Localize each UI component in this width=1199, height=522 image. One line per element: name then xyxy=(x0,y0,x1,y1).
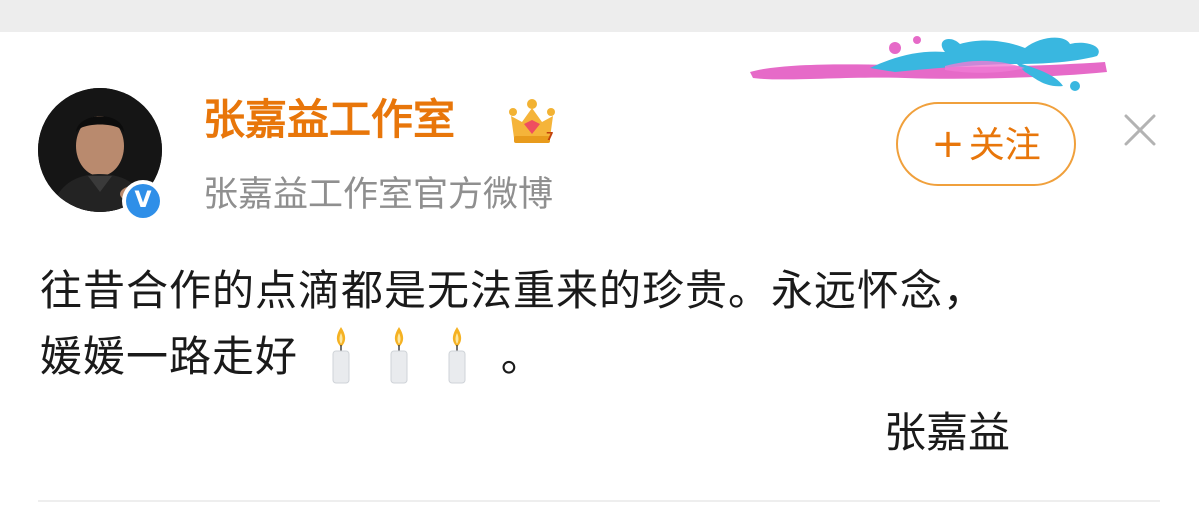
account-name[interactable]: 张嘉益工作室 xyxy=(203,92,455,148)
svg-text:7: 7 xyxy=(546,130,554,143)
candle-icon xyxy=(448,327,466,384)
verified-badge-icon: V xyxy=(122,180,164,222)
account-description: 张嘉益工作室官方微博 xyxy=(203,175,554,215)
post-signature: 张嘉益 xyxy=(884,408,1011,457)
post-text: 往昔合作的点滴都是无法重来的珍贵。永远怀念， 媛媛一路走好 。 xyxy=(40,258,1180,390)
verified-mark: V xyxy=(126,184,160,218)
crown-icon: 7 xyxy=(509,99,555,143)
candle-icon xyxy=(332,327,350,384)
post-line-1: 往昔合作的点滴都是无法重来的珍贵。永远怀念， xyxy=(40,266,987,315)
post-line-2-end: 。 xyxy=(500,332,544,381)
post-line-2-text: 媛媛一路走好 xyxy=(40,332,299,381)
close-icon[interactable] xyxy=(1118,108,1162,152)
paint-splash-decoration xyxy=(750,36,1107,91)
follow-button-label: 关注 xyxy=(968,125,1041,166)
follow-button[interactable]: + 关注 xyxy=(896,102,1076,186)
divider xyxy=(38,500,1160,502)
plus-icon: + xyxy=(931,121,965,167)
post-line-2: 媛媛一路走好 。 xyxy=(40,324,1180,390)
candle-icon xyxy=(390,327,408,384)
